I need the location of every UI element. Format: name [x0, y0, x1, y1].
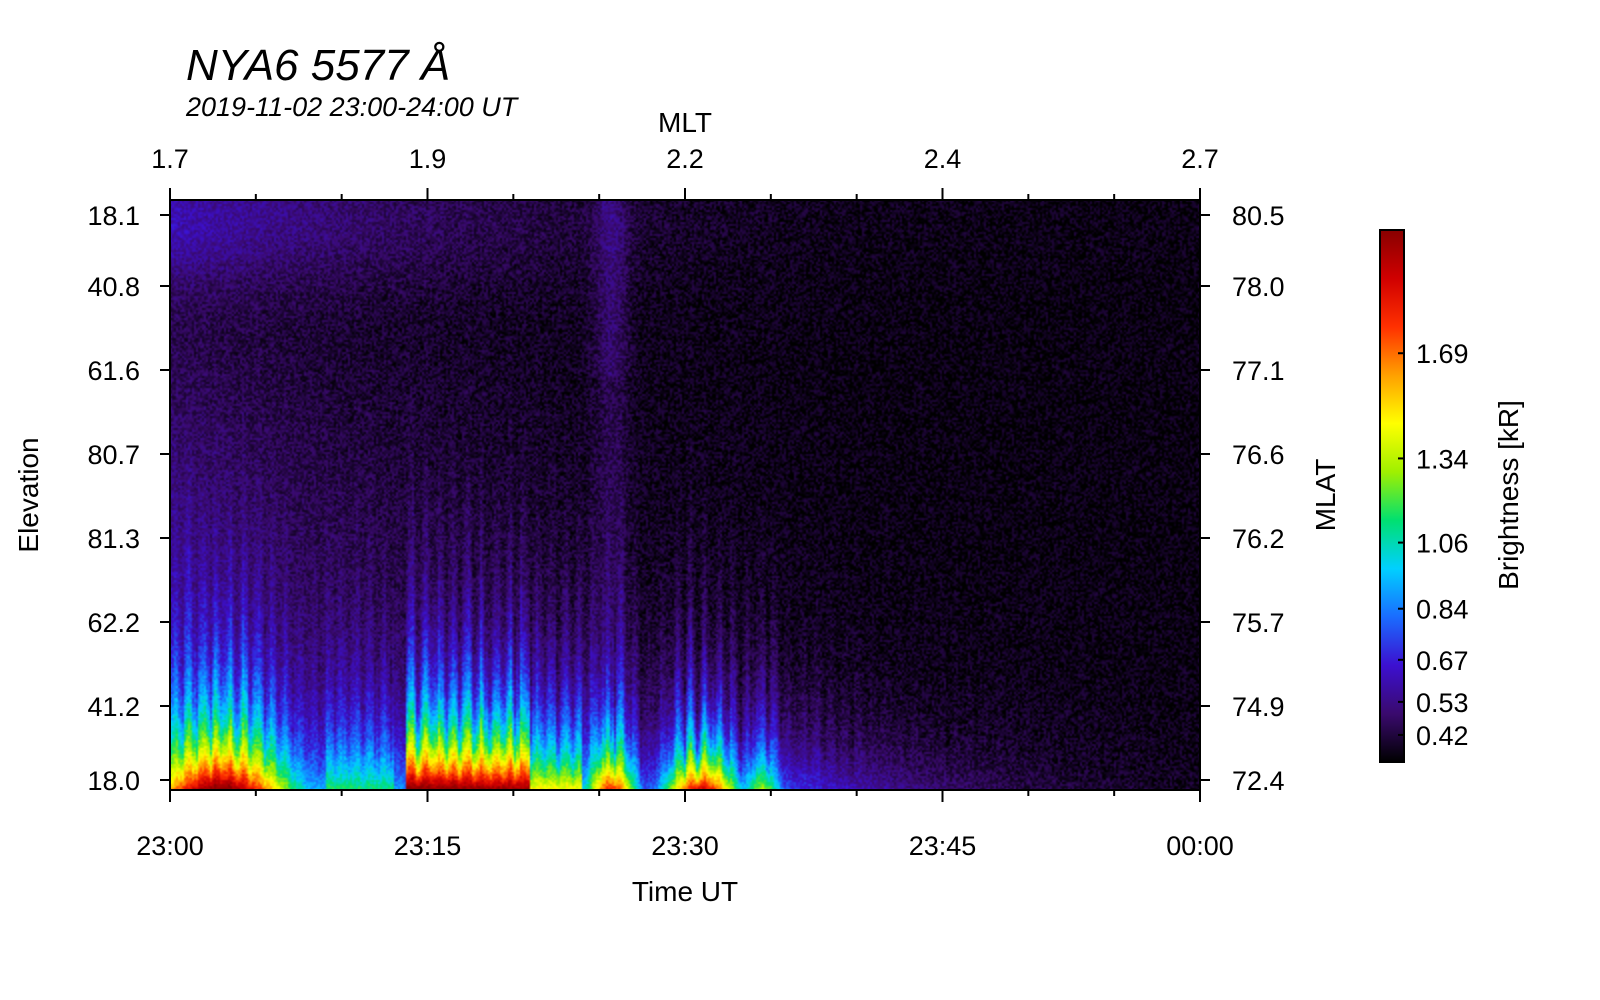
y-tick-label: 81.3: [87, 524, 140, 554]
y-tick-label: 18.1: [87, 201, 140, 231]
y-tick-label: 41.2: [87, 692, 140, 722]
colorbar-tick-label: 0.84: [1416, 595, 1469, 625]
right-axis-label: MLAT: [1310, 459, 1341, 532]
colorbar-tick-label: 1.34: [1416, 444, 1469, 474]
colorbar-label: Brightness [kR]: [1493, 400, 1524, 590]
right-tick-label: 76.6: [1232, 440, 1285, 470]
colorbar-tick-label: 0.67: [1416, 646, 1469, 676]
colorbar-tick-label: 1.69: [1416, 339, 1469, 369]
x-axis-label: Time UT: [632, 876, 738, 907]
top-tick-label: 2.7: [1181, 144, 1219, 174]
right-tick-label: 75.7: [1232, 608, 1285, 638]
x-tick-label: 23:00: [136, 831, 204, 861]
right-tick-label: 77.1: [1232, 356, 1285, 386]
top-tick-label: 1.9: [409, 144, 447, 174]
y-tick-label: 61.6: [87, 356, 140, 386]
right-tick-label: 78.0: [1232, 272, 1285, 302]
keogram-raster: [170, 200, 1200, 790]
top-tick-label: 2.2: [666, 144, 704, 174]
colorbar-tick-label: 0.42: [1416, 721, 1469, 751]
colorbar: 1.69 1.34 1.06 0.84 0.67 0.530.42: [1379, 229, 1469, 763]
right-tick-label: 80.5: [1232, 201, 1285, 231]
top-axis-label: MLT: [658, 107, 712, 138]
top-tick-label: 2.4: [924, 144, 962, 174]
colorbar-tick-label: 1.06: [1416, 529, 1469, 559]
x-tick-label: 23:30: [651, 831, 719, 861]
right-tick-label: 72.4: [1232, 766, 1285, 796]
x-tick-label: 23:45: [909, 831, 977, 861]
top-tick-label: 1.7: [151, 144, 189, 174]
x-tick-label: 23:15: [394, 831, 462, 861]
y-tick-label: 80.7: [87, 440, 140, 470]
y-tick-label: 18.0: [87, 766, 140, 796]
keogram-image: [170, 200, 1200, 790]
y-tick-label: 40.8: [87, 272, 140, 302]
keogram-chart: 23:00 23:15 23:30 23:45 00:00 1.7 1.9 2.2 2.4 2.7…: [13, 107, 1524, 907]
y-axis-label: Elevation: [13, 437, 44, 552]
colorbar-tick-label: 0.53: [1416, 688, 1469, 718]
x-tick-label: 00:00: [1166, 831, 1234, 861]
y-tick-label: 62.2: [87, 608, 140, 638]
right-tick-label: 74.9: [1232, 692, 1285, 722]
right-tick-label: 76.2: [1232, 524, 1285, 554]
colorbar-gradient: [1379, 229, 1405, 763]
